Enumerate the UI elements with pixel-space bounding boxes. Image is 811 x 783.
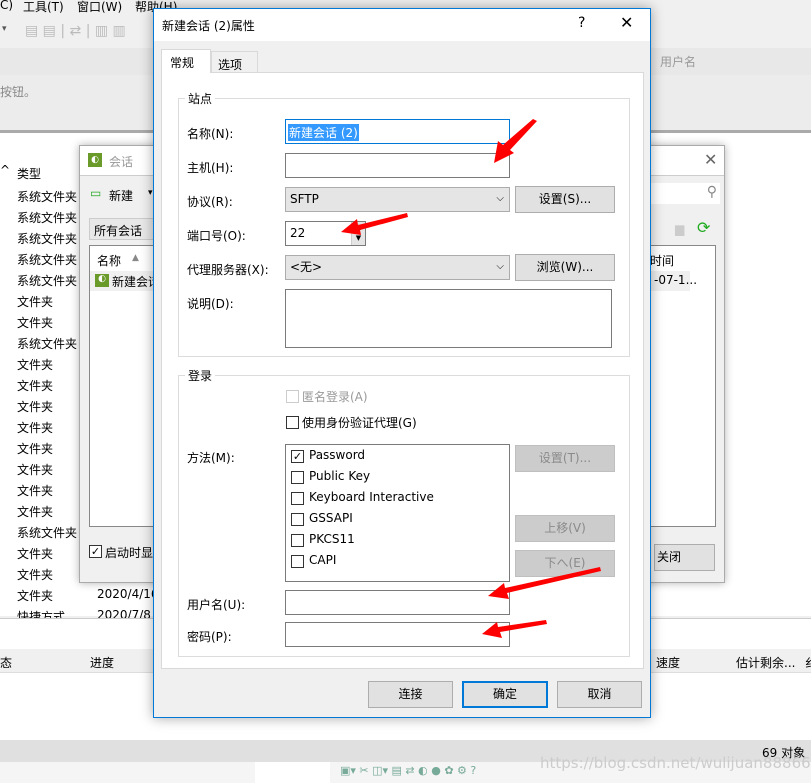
arrow-icon — [488, 567, 601, 599]
tab-general[interactable]: 常规 — [161, 49, 211, 73]
arrow-icon — [494, 119, 537, 163]
arrow-icon — [482, 620, 547, 638]
annotation-arrows — [341, 119, 601, 638]
arrow-icon — [341, 213, 408, 235]
